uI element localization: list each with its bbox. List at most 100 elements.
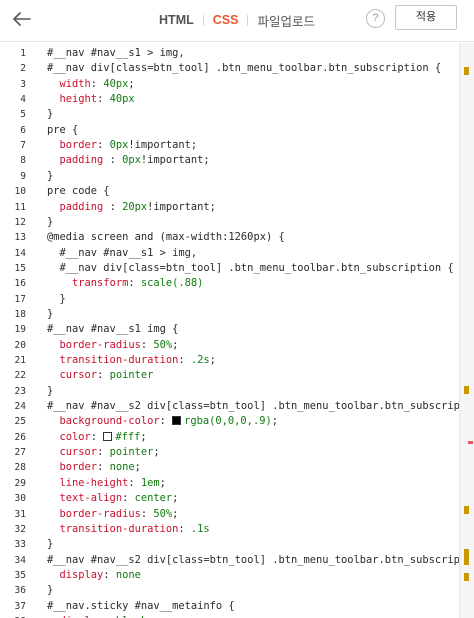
code-text: #__nav.sticky #nav__metainfo { bbox=[47, 599, 459, 614]
code-line[interactable]: 34 #__nav #nav__s2 div[class=btn_tool] .b… bbox=[0, 553, 459, 568]
css-value: pointer bbox=[109, 446, 154, 459]
scrollbar-warning-marker[interactable] bbox=[464, 557, 469, 565]
code-line[interactable]: 25 background-color: rgba(0,0,0,.9); bbox=[0, 414, 459, 429]
css-property: transition-duration bbox=[59, 354, 179, 366]
code-line[interactable]: 6 pre { bbox=[0, 123, 459, 138]
line-number: 25 bbox=[14, 416, 26, 428]
css-property: line-height bbox=[59, 476, 129, 489]
code-text: #__nav div[class=btn_tool] .btn_menu_too… bbox=[47, 261, 459, 276]
css-token: : bbox=[90, 430, 104, 443]
code-line[interactable]: 33} bbox=[0, 537, 459, 552]
scrollbar-error-marker[interactable] bbox=[468, 441, 473, 444]
code-line[interactable]: 28 border: none; bbox=[0, 460, 459, 475]
code-line[interactable]: 37 #__nav.sticky #nav__metainfo { bbox=[0, 599, 459, 614]
css-token: : bbox=[178, 522, 191, 535]
line-number: 4 bbox=[20, 94, 26, 106]
editor-scrollbar[interactable] bbox=[459, 43, 474, 618]
tab-divider bbox=[247, 14, 249, 26]
css-token bbox=[47, 415, 60, 427]
scrollbar-warning-marker[interactable] bbox=[464, 506, 469, 514]
css-token bbox=[47, 369, 60, 381]
line-number: 9 bbox=[20, 170, 26, 182]
code-line[interactable]: 11 padding : 20px!important; bbox=[0, 200, 459, 215]
code-line[interactable]: 3 width: 40px; bbox=[0, 77, 459, 92]
code-line[interactable]: 18} bbox=[0, 307, 459, 322]
code-line[interactable]: 22 cursor: pointer bbox=[0, 368, 459, 383]
code-line[interactable]: 24 #__nav #nav__s2 div[class=btn_tool] .b… bbox=[0, 399, 459, 414]
code-editor[interactable]: 1 #__nav #nav__s1 > img, 2 #__nav div[class… bbox=[0, 43, 474, 618]
scrollbar-warning-marker[interactable] bbox=[464, 549, 469, 557]
code-text: display: block bbox=[47, 614, 459, 618]
code-line[interactable]: 36} bbox=[0, 583, 459, 598]
code-line[interactable]: 7 border: 0px!important; bbox=[0, 138, 459, 153]
line-number: 6 bbox=[20, 124, 26, 136]
code-text: padding : 0px!important; bbox=[47, 153, 459, 168]
code-line[interactable]: 4 height: 40px bbox=[0, 92, 459, 107]
css-value: 40px bbox=[103, 77, 129, 90]
color-swatch[interactable] bbox=[103, 431, 113, 441]
css-token: : bbox=[159, 415, 173, 428]
code-line[interactable]: 21 transition-duration: .2s; bbox=[0, 353, 459, 368]
code-line[interactable]: 31 border-radius: 50%; bbox=[0, 507, 459, 522]
code-text: transition-duration: .1s bbox=[47, 522, 459, 537]
code-line[interactable]: 17 } bbox=[0, 292, 459, 307]
code-text: display: none bbox=[47, 568, 459, 583]
code-line[interactable]: 2 #__nav div[class=btn_tool] .btn_menu_to… bbox=[0, 61, 459, 76]
css-token: : bbox=[97, 139, 110, 152]
css-token: ; bbox=[140, 430, 147, 443]
code-line[interactable]: 27 cursor: pointer; bbox=[0, 445, 459, 460]
code-text: width: 40px; bbox=[47, 77, 459, 92]
css-token: !important; bbox=[140, 154, 210, 167]
code-line[interactable]: 15 #__nav div[class=btn_tool] .btn_menu_… bbox=[0, 261, 459, 276]
color-swatch[interactable] bbox=[172, 416, 182, 426]
code-line[interactable]: 29 line-height: 1em; bbox=[0, 476, 459, 491]
css-property: height bbox=[59, 93, 98, 106]
code-line[interactable]: 26 color: #fff; bbox=[0, 430, 459, 445]
apply-button[interactable]: 적용 bbox=[395, 5, 457, 30]
code-line[interactable]: 19 #__nav #nav__s1 img { bbox=[0, 322, 459, 337]
css-value: none bbox=[115, 568, 141, 581]
tab-html[interactable]: HTML bbox=[159, 13, 194, 27]
code-text: #__nav #nav__s1 > img, bbox=[47, 246, 459, 261]
code-line[interactable]: 23} bbox=[0, 384, 459, 399]
scrollbar-warning-marker[interactable] bbox=[464, 67, 469, 75]
css-token: : bbox=[97, 446, 110, 459]
css-token: ; bbox=[128, 77, 135, 90]
css-token: } bbox=[47, 108, 54, 121]
code-line[interactable]: 1 #__nav #nav__s1 > img, bbox=[0, 46, 459, 61]
tab-css[interactable]: CSS bbox=[213, 13, 239, 27]
css-value: 20px bbox=[122, 200, 148, 213]
scrollbar-warning-marker[interactable] bbox=[464, 573, 469, 581]
line-number: 10 bbox=[14, 186, 26, 198]
code-line[interactable]: 8 padding : 0px!important; bbox=[0, 153, 459, 168]
css-value: 0px bbox=[109, 139, 129, 152]
code-line[interactable]: 16 transform: scale(.88) bbox=[0, 276, 459, 291]
code-line[interactable]: 20 border-radius: 50%; bbox=[0, 338, 459, 353]
css-property: border bbox=[59, 139, 98, 152]
tab-file-upload[interactable]: 파일업로드 bbox=[257, 11, 315, 30]
code-line[interactable]: 38 display: block bbox=[0, 614, 459, 618]
code-line[interactable]: 5} bbox=[0, 107, 459, 122]
code-line[interactable]: 35 display: none bbox=[0, 568, 459, 583]
code-line[interactable]: 30 text-align: center; bbox=[0, 491, 459, 506]
scrollbar-warning-marker[interactable] bbox=[464, 386, 469, 394]
code-text: #__nav #nav__s1 img { bbox=[47, 322, 459, 337]
code-text: border-radius: 50%; bbox=[47, 507, 459, 522]
line-number: 37 bbox=[14, 600, 26, 612]
code-line[interactable]: 10 pre code { bbox=[0, 184, 459, 199]
code-line[interactable]: 32 transition-duration: .1s bbox=[0, 522, 459, 537]
css-token: ; bbox=[134, 461, 141, 474]
css-token: : bbox=[97, 461, 110, 474]
code-line[interactable]: 14 #__nav #nav__s1 > img, bbox=[0, 246, 459, 261]
code-line[interactable]: 12} bbox=[0, 215, 459, 230]
code-line[interactable]: 9} bbox=[0, 169, 459, 184]
line-number: 12 bbox=[14, 216, 26, 228]
code-line[interactable]: 13 @media screen and (max-width:1260px) { bbox=[0, 230, 459, 245]
help-button[interactable]: ? bbox=[366, 9, 385, 28]
line-number: 36 bbox=[14, 585, 26, 597]
css-value: scale(.88) bbox=[140, 277, 204, 290]
css-property: transition-duration bbox=[59, 522, 179, 535]
line-number: 26 bbox=[14, 431, 26, 443]
line-number: 18 bbox=[14, 308, 26, 320]
css-token: } bbox=[47, 538, 54, 551]
